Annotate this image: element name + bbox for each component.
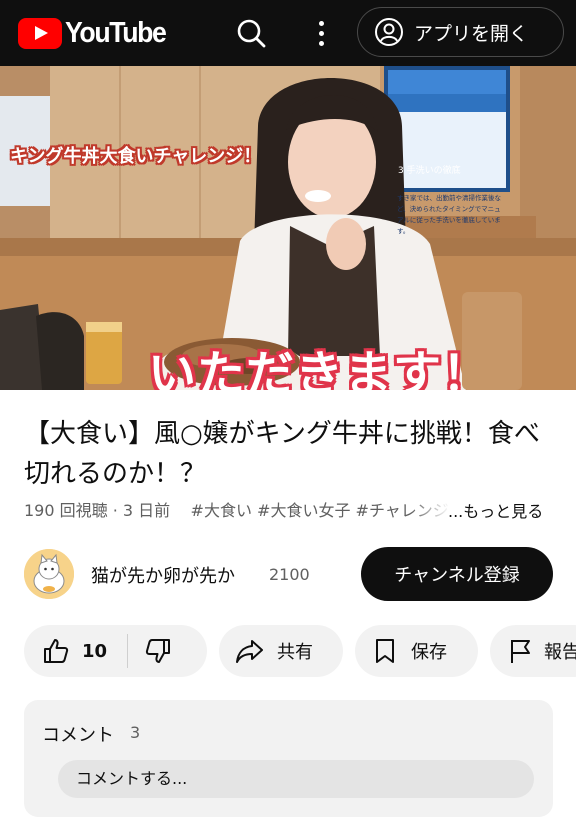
meta-separator: · — [112, 501, 123, 520]
screen-heading: 3 手洗いの徹底 — [398, 166, 461, 176]
account-icon — [375, 18, 403, 46]
share-button[interactable]: 共有 — [219, 625, 343, 677]
channel-avatar[interactable] — [24, 549, 74, 599]
dislike-button[interactable] — [144, 637, 172, 665]
logo-text: YouTube — [65, 16, 167, 49]
thumbnail-caption: いただきます！ — [148, 346, 492, 390]
comments-label: コメント — [42, 725, 114, 746]
cat-illustration — [24, 549, 74, 599]
save-label: 保存 — [411, 642, 447, 663]
thumbs-down-icon — [145, 639, 171, 663]
report-button[interactable]: 報告 — [490, 625, 576, 677]
like-dislike-pill: 10 — [24, 625, 207, 677]
video-player[interactable]: キング牛丼大食いチャレンジ！ 3 手洗いの徹底 すき家では、出勤前や清掃作業後な… — [0, 66, 576, 390]
report-label: 報告 — [544, 642, 576, 663]
subscribe-button[interactable]: チャンネル登録 — [361, 547, 553, 601]
top-app-bar: YouTube アプリを開く — [0, 0, 576, 66]
youtube-logo[interactable]: YouTube — [18, 17, 174, 49]
bookmark-icon — [376, 639, 394, 663]
more-link[interactable]: ...もっと見る — [448, 498, 543, 522]
youtube-play-icon — [18, 17, 62, 49]
share-label: 共有 — [277, 642, 313, 663]
save-button[interactable]: 保存 — [355, 625, 478, 677]
subscriber-count: 2100 — [269, 565, 310, 584]
meta-fade — [410, 494, 450, 520]
pill-divider — [127, 634, 129, 668]
channel-name[interactable]: 猫が先か卵が先か — [91, 562, 235, 588]
video-title[interactable]: 【大食い】風○嬢がキング牛丼に挑戦！食べ切れるのか！？ — [24, 414, 554, 494]
meta-spacer — [175, 501, 185, 520]
thumbs-up-icon — [44, 639, 69, 663]
screen-body: すき家では、出勤前や清掃作業後など、決められたタイミングでマニュアルに従った手洗… — [397, 194, 501, 235]
view-count: 190 回視聴 — [24, 501, 108, 520]
flag-icon — [511, 640, 530, 663]
comments-count: 3 — [130, 723, 141, 742]
like-button[interactable]: 10 — [24, 637, 107, 665]
like-count: 10 — [82, 640, 108, 662]
open-app-label: アプリを開く — [414, 22, 529, 45]
thumbnail-title-tag: キング牛丼大食いチャレンジ！ — [10, 146, 262, 167]
search-icon[interactable] — [234, 16, 268, 50]
open-app-button[interactable]: アプリを開く — [357, 7, 564, 57]
comment-input[interactable]: コメントする... — [58, 760, 534, 798]
more-vert-icon[interactable] — [306, 16, 336, 50]
comments-section[interactable]: コメント 3 コメントする... — [24, 700, 553, 817]
share-icon — [236, 640, 263, 663]
upload-age: 3 日前 — [122, 501, 171, 520]
